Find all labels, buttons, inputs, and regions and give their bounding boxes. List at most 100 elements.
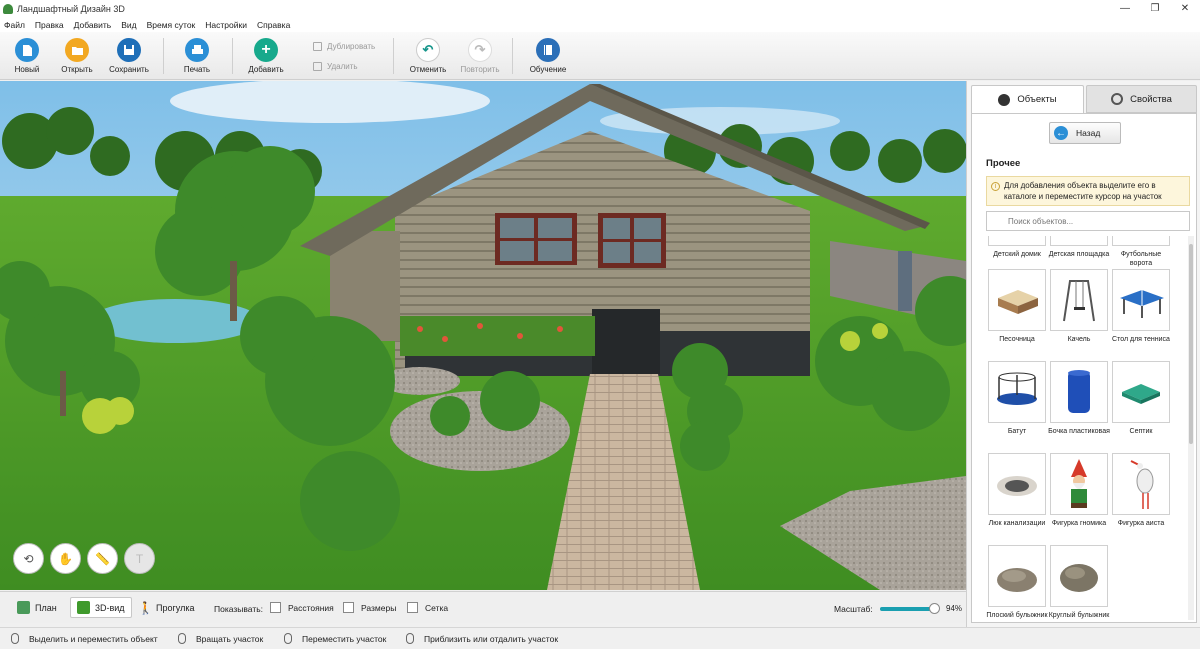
catalog-item-round-stone[interactable]: Круглый булыжник [1048,545,1110,620]
objects-icon [998,93,1011,106]
new-label: Новый [14,65,40,74]
sizes-checkbox[interactable]: Размеры [343,602,396,613]
close-button[interactable]: ✕ [1170,0,1200,17]
catalog-item-stork[interactable]: Фигурка аиста [1110,453,1172,528]
mouse-middle-icon [284,633,292,644]
menu-time-of-day[interactable]: Время суток [147,20,196,30]
grid-checkbox[interactable]: Сетка [407,602,448,613]
catalog-item-kids-house[interactable]: Детский домик [986,236,1048,259]
menu-help[interactable]: Справка [257,20,290,30]
tutorial-label: Обучение [529,65,567,74]
catalog-item-manhole[interactable]: Люк канализации [986,453,1048,528]
hint-select-move: Выделить и переместить объект [11,633,158,644]
print-button[interactable]: Печать [170,38,224,78]
flat-stone-thumb [988,545,1046,607]
ruler-icon[interactable]: 📏 [87,543,118,574]
catalog-item-septic[interactable]: Септик [1110,361,1172,436]
tab-plan-label: План [35,602,57,613]
rotate-view-icon[interactable]: ⟲ [13,543,44,574]
duplicate-button[interactable]: Дублировать [313,40,375,53]
catalog-item-flat-stone[interactable]: Плоский булыжник [986,545,1048,620]
distances-checkbox[interactable]: Расстояния [270,602,334,613]
back-arrow-icon: ← [1054,126,1068,140]
hint-move: Переместить участок [284,633,386,644]
delete-button[interactable]: Удалить [313,60,358,73]
catalog-item-label: Септик [1129,428,1153,435]
show-label: Показывать: [214,604,264,614]
save-button[interactable]: Сохранить [102,38,156,78]
window-title: Ландшафтный Дизайн 3D [17,3,125,14]
distances-label: Расстояния [288,602,334,613]
hint-text: Переместить участок [302,633,387,644]
object-panel: Объекты Свойства ← Назад Прочее i Для до… [966,81,1200,627]
new-file-icon [15,38,39,62]
tab-walk[interactable]: 🚶 Прогулка [132,597,200,618]
catalog-scrollbar[interactable] [1188,236,1194,620]
hint-text: Приблизить или отдалить участок [424,633,559,644]
menu-edit[interactable]: Правка [35,20,64,30]
menu-add[interactable]: Добавить [74,20,112,30]
walking-person-icon: 🚶 [138,601,153,615]
back-button[interactable]: ← Назад [1049,122,1121,144]
catalog-item-plastic-barrel[interactable]: Бочка пластиковая [1048,361,1110,436]
undo-button[interactable]: ↶ Отменить [401,38,455,78]
tab-3d-view-label: 3D-вид [95,602,125,613]
stork-thumb [1112,453,1170,515]
duplicate-label: Дублировать [327,42,376,51]
grid-label: Сетка [425,602,449,613]
delete-label: Удалить [327,62,358,71]
toolbar-divider [393,38,394,74]
maximize-button[interactable]: ❐ [1140,0,1170,17]
scrollbar-thumb[interactable] [1189,244,1193,444]
menu-file[interactable]: Файл [4,20,25,30]
tab-plan[interactable]: План [11,597,63,618]
printer-icon [185,38,209,62]
new-button[interactable]: Новый [0,38,54,78]
info-text: Для добавления объекта выделите его в ка… [1004,181,1162,201]
mouse-wheel-icon [406,633,414,644]
sandbox-thumb [988,269,1046,331]
hand-pan-icon[interactable]: ✋ [50,543,81,574]
tab-3d-view[interactable]: 3D-вид [70,597,132,618]
hint-text: Выделить и переместить объект [29,633,158,644]
add-label: Добавить [248,65,284,74]
folder-icon [65,38,89,62]
checkbox-box[interactable] [407,602,418,613]
category-title: Прочее [986,158,1021,169]
tab-properties[interactable]: Свойства [1086,85,1197,113]
catalog-item-trampoline[interactable]: Батут [986,361,1048,436]
minimize-button[interactable]: — [1110,0,1140,17]
info-icon: i [991,182,1000,191]
open-button[interactable]: Открыть [50,38,104,78]
catalog-item-label: Песочница [999,336,1035,343]
undo-arrow-icon: ↶ [416,38,440,62]
catalog-item-sandbox[interactable]: Песочница [986,269,1048,344]
menu-view[interactable]: Вид [121,20,136,30]
catalog-item-gnome[interactable]: Фигурка гномика [1048,453,1110,528]
view-bar: План 3D-вид 🚶 Прогулка Показывать: Расст… [0,591,966,623]
catalog-item-playground[interactable]: Детская площадка [1048,236,1110,259]
search-input[interactable] [986,211,1190,231]
text-tool-icon[interactable]: T [124,543,155,574]
redo-button[interactable]: ↷ Повторить [453,38,507,78]
tutorial-button[interactable]: Обучение [521,38,575,78]
add-button[interactable]: + Добавить [239,38,293,78]
catalog-item-football-goal[interactable]: Футбольные ворота [1110,236,1172,268]
checkbox-box[interactable] [343,602,354,613]
3d-viewport[interactable]: ⟲ ✋ 📏 T [0,81,966,590]
catalog-item-tennis-table[interactable]: Стол для тенниса [1110,269,1172,344]
scale-label: Масштаб: [834,604,873,614]
scale-slider-thumb[interactable] [928,603,940,614]
plus-icon: + [254,38,278,62]
menu-settings[interactable]: Настройки [205,20,247,30]
hint-text: Вращать участок [196,633,264,644]
tennis-table-thumb [1112,269,1170,331]
catalog-item-swing[interactable]: Качель [1048,269,1110,344]
catalog-item-label: Круглый булыжник [1048,612,1110,619]
scale-slider[interactable] [880,603,940,614]
gnome-thumb [1050,453,1108,515]
tab-objects[interactable]: Объекты [971,85,1084,113]
tab-walk-label: Прогулка [156,602,195,613]
window-controls: — ❐ ✕ [1110,0,1200,17]
checkbox-box[interactable] [270,602,281,613]
